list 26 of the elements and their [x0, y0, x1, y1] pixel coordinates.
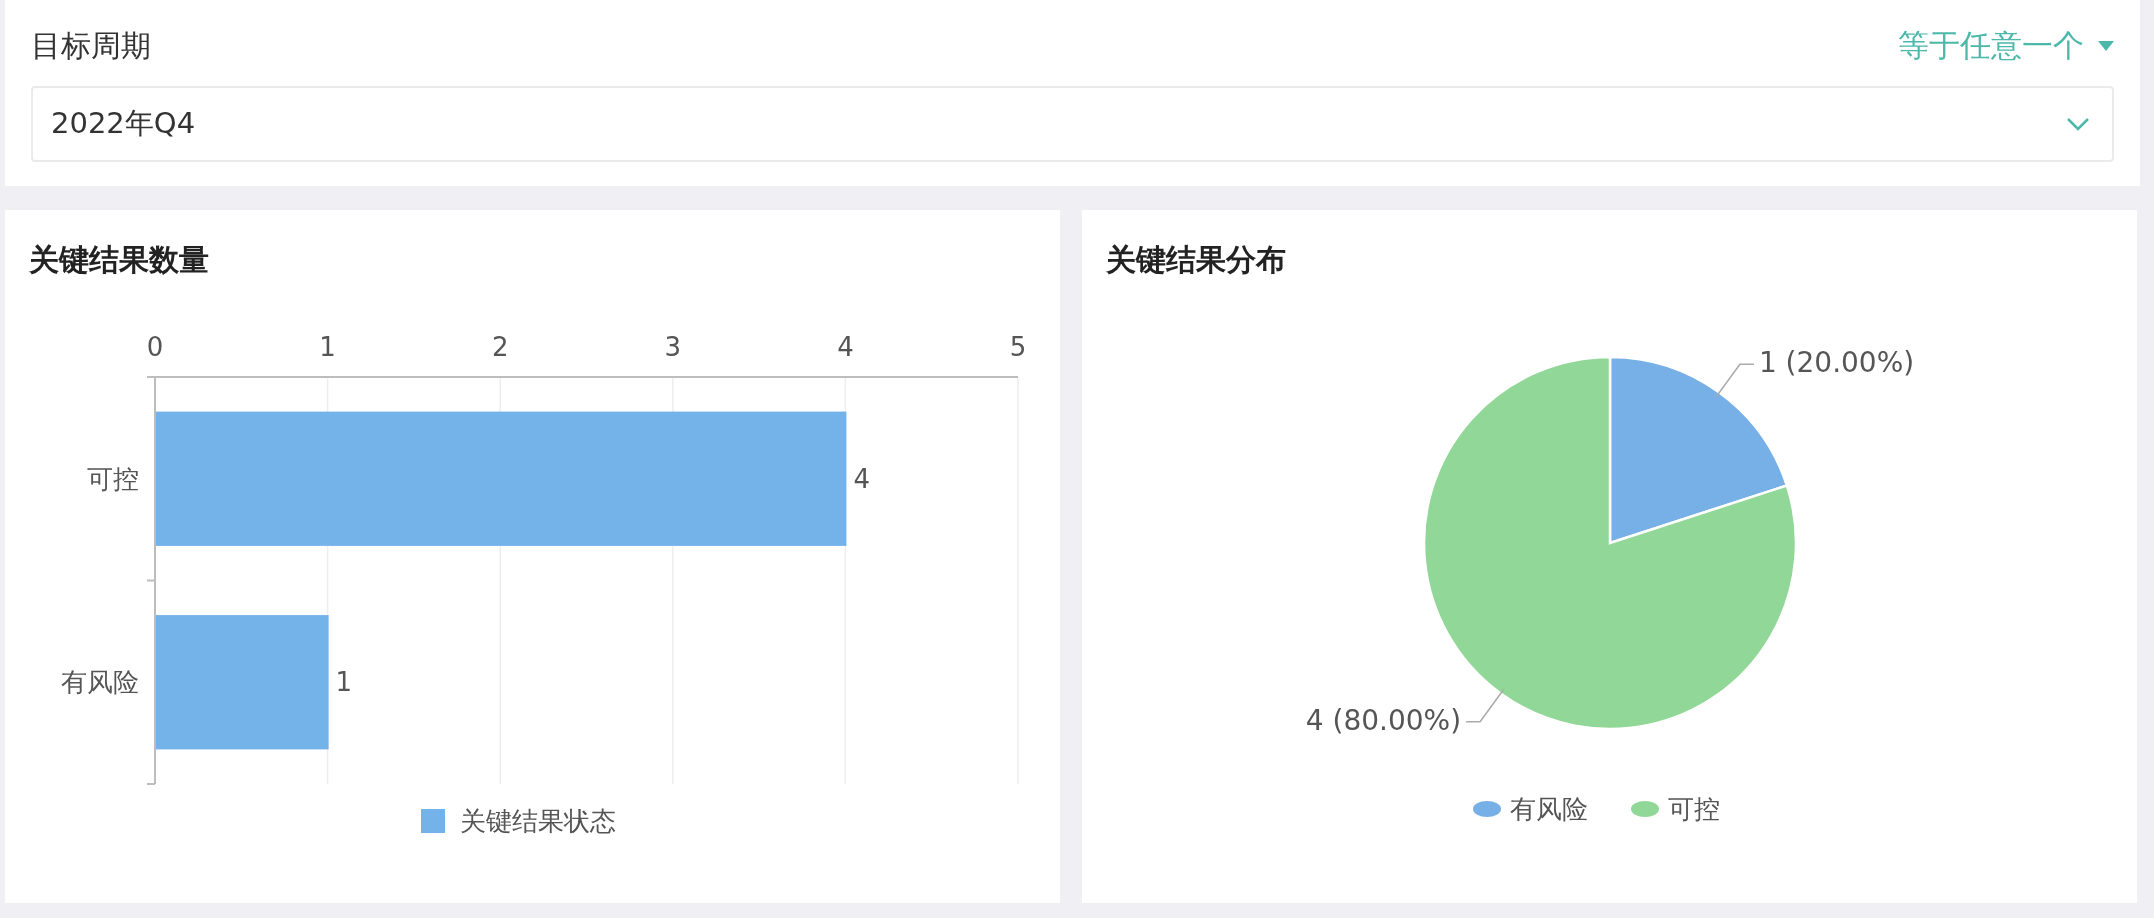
chevron-down-icon: [2066, 117, 2090, 131]
legend-marker-icon: [1473, 801, 1501, 817]
axis-tick-label: 1: [319, 332, 336, 362]
axis-tick-label: 2: [491, 332, 509, 362]
slice-value-label: 1 (20.00%): [1758, 346, 1915, 380]
caret-icon: [2098, 41, 2114, 51]
legend-label: 有风险: [1510, 794, 1588, 824]
slice-value-label: 4 (80.00%): [1305, 703, 1462, 737]
legend-swatch: [421, 809, 445, 833]
legend-label: 关键结果状态: [460, 806, 616, 836]
axis-tick-label: 0: [146, 332, 164, 362]
bar-value-label: 1: [335, 667, 353, 698]
axis-tick-label: 3: [664, 332, 682, 362]
chart-title: 关键结果分布: [1105, 241, 1287, 279]
axis-tick-label: 4: [837, 332, 854, 362]
chart-title: 关键结果数量: [28, 241, 210, 279]
category-label: 可控: [87, 463, 139, 494]
legend-marker-icon: [1631, 801, 1659, 817]
legend-label: 可控: [1668, 794, 1720, 824]
leader-line: [1465, 688, 1505, 723]
bar-value-label: 4: [853, 463, 870, 494]
category-label: 有风险: [61, 667, 139, 698]
axis-tick-label: 5: [1009, 332, 1027, 362]
period-select[interactable]: 2022年Q4: [31, 86, 2114, 162]
leader-line: [1715, 363, 1755, 398]
filter-label: 目标周期: [31, 26, 151, 65]
